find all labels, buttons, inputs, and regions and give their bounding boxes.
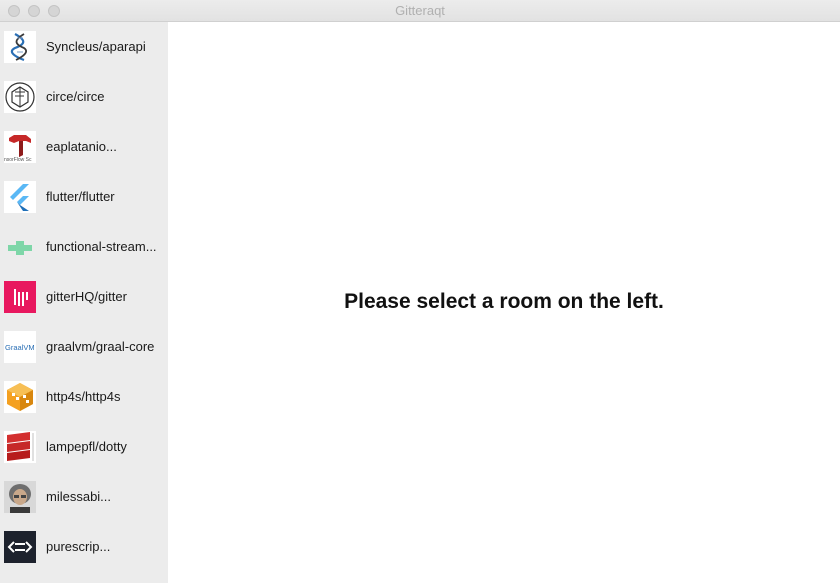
room-name: lampepfl/dotty bbox=[46, 439, 127, 454]
room-item-flutter-flutter[interactable]: flutter/flutter bbox=[0, 172, 168, 222]
tensorflow-icon: nsorFlow Sc bbox=[4, 131, 36, 163]
room-item-functional-streams[interactable]: functional-stream... bbox=[0, 222, 168, 272]
purescript-logo-icon bbox=[4, 531, 36, 563]
graalvm-icon-text: GraalVM bbox=[5, 343, 35, 352]
room-name: circe/circe bbox=[46, 89, 105, 104]
room-name: eaplatanio... bbox=[46, 139, 117, 154]
room-item-lampepfl-dotty[interactable]: lampepfl/dotty bbox=[0, 422, 168, 472]
room-name: gitterHQ/gitter bbox=[46, 289, 127, 304]
room-item-purescript[interactable]: purescrip... bbox=[0, 522, 168, 572]
room-name: purescrip... bbox=[46, 539, 111, 554]
window-title: Gitteraqt bbox=[395, 3, 445, 18]
room-content-area: Please select a room on the left. bbox=[168, 22, 840, 583]
empty-state-message: Please select a room on the left. bbox=[344, 290, 664, 313]
room-item-graalvm-graal-core[interactable]: GraalVM graalvm/graal-core bbox=[0, 322, 168, 372]
app-window: Gitteraqt Syncleus/aparapi circe/circe n… bbox=[0, 0, 840, 583]
dna-helix-icon bbox=[4, 31, 36, 63]
room-name: functional-stream... bbox=[46, 239, 157, 254]
http4s-cube-icon bbox=[4, 381, 36, 413]
circe-hexagon-icon bbox=[4, 81, 36, 113]
room-name: milessabi... bbox=[46, 489, 112, 504]
dotty-logo-icon bbox=[4, 431, 36, 463]
room-item-circe-circe[interactable]: circe/circe bbox=[0, 72, 168, 122]
gitter-logo-icon bbox=[4, 281, 36, 313]
green-pixel-icon bbox=[4, 231, 36, 263]
room-name: flutter/flutter bbox=[46, 189, 115, 204]
tensorflow-icon-text: nsorFlow Sc bbox=[4, 157, 32, 163]
room-item-eaplatanio[interactable]: nsorFlow Sc eaplatanio... bbox=[0, 122, 168, 172]
room-item-http4s-http4s[interactable]: http4s/http4s bbox=[0, 372, 168, 422]
room-name: Syncleus/aparapi bbox=[46, 39, 146, 54]
room-name: http4s/http4s bbox=[46, 389, 121, 404]
room-list[interactable]: Syncleus/aparapi circe/circe nsorFlow Sc… bbox=[0, 22, 168, 583]
room-name: graalvm/graal-core bbox=[46, 339, 155, 354]
flutter-logo-icon bbox=[4, 181, 36, 213]
title-bar[interactable]: Gitteraqt bbox=[0, 0, 840, 22]
room-item-gitterhq-gitter[interactable]: gitterHQ/gitter bbox=[0, 272, 168, 322]
room-item-syncleus-aparapi[interactable]: Syncleus/aparapi bbox=[0, 22, 168, 72]
graalvm-logo-icon: GraalVM bbox=[4, 331, 36, 363]
user-photo-icon bbox=[4, 481, 36, 513]
room-item-milessabin[interactable]: milessabi... bbox=[0, 472, 168, 522]
